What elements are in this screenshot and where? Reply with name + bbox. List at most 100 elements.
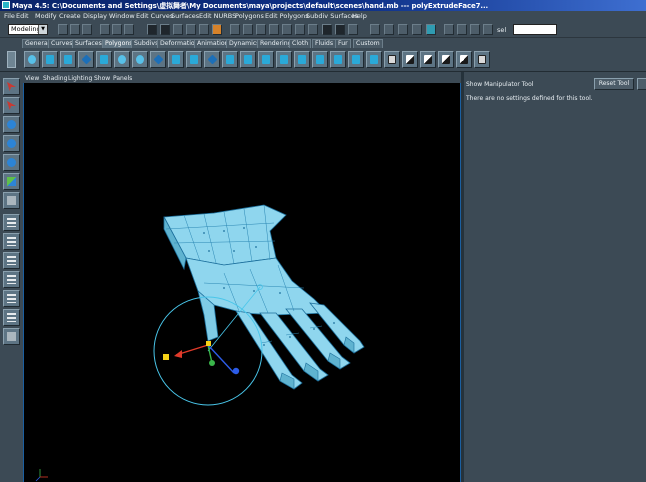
layout-single-icon[interactable]	[444, 24, 454, 35]
bevel-icon[interactable]	[294, 51, 310, 68]
snap-grid-icon[interactable]	[230, 24, 240, 35]
panel-menu-panels[interactable]: Panels	[113, 75, 132, 82]
select-tool-icon[interactable]	[3, 78, 20, 95]
mask-handles-icon[interactable]	[147, 24, 157, 35]
tab-surfaces[interactable]: Surfaces	[72, 39, 105, 48]
snap-view-plane-icon[interactable]	[269, 24, 279, 35]
new-scene-icon[interactable]	[58, 24, 68, 35]
tab-cloth[interactable]: Cloth	[289, 39, 312, 48]
poly-sphere-icon[interactable]	[24, 51, 40, 68]
manipulator-z-axis[interactable]	[207, 344, 235, 374]
extrude-face-icon[interactable]	[222, 51, 238, 68]
menu-file[interactable]: File	[4, 12, 15, 20]
mask-surfaces-icon[interactable]	[186, 24, 196, 35]
poly-cylinder-icon[interactable]	[60, 51, 76, 68]
poly-cube-icon[interactable]	[42, 51, 58, 68]
collapse-icon[interactable]	[366, 51, 382, 68]
planar-mapping-icon[interactable]	[384, 51, 400, 68]
snap-point-icon[interactable]	[256, 24, 266, 35]
layout-two-stacked-icon[interactable]	[3, 271, 20, 288]
poly-torus-icon[interactable]	[114, 51, 130, 68]
input-line-icon[interactable]	[384, 24, 394, 35]
tool-help-button[interactable]	[637, 78, 646, 90]
manipulator-x-arrow[interactable]	[174, 350, 182, 358]
spherical-map-icon[interactable]	[438, 51, 454, 68]
tab-fluids[interactable]: Fluids	[312, 39, 337, 48]
extract-icon[interactable]	[168, 51, 184, 68]
layout-persp-graph-icon[interactable]	[3, 290, 20, 307]
chevron-down-icon[interactable]: ▼	[38, 25, 47, 34]
combine-icon[interactable]	[150, 51, 166, 68]
boolean-icon[interactable]	[204, 51, 220, 68]
menu-window[interactable]: Window	[109, 12, 135, 20]
extrude-edge-icon[interactable]	[240, 51, 256, 68]
perspective-viewport[interactable]	[23, 83, 461, 482]
show-channel-box-icon[interactable]	[412, 24, 422, 35]
checker-map-icon[interactable]	[402, 51, 418, 68]
tab-fur[interactable]: Fur	[335, 39, 351, 48]
lasso-tool-icon[interactable]	[3, 97, 20, 114]
open-scene-icon[interactable]	[70, 24, 80, 35]
input-mode-icon[interactable]	[370, 24, 380, 35]
select-hierarchy-icon[interactable]	[100, 24, 110, 35]
menu-create[interactable]: Create	[59, 12, 81, 20]
render-frame-icon[interactable]	[322, 24, 332, 35]
manipulator-pivot[interactable]	[206, 341, 211, 346]
rotate-tool-icon[interactable]	[3, 135, 20, 152]
maya-app-icon[interactable]	[2, 1, 10, 9]
scale-tool-icon[interactable]	[3, 154, 20, 171]
selection-field[interactable]	[513, 24, 557, 35]
mask-deformers-icon[interactable]	[199, 24, 209, 35]
menu-edit-nurbs[interactable]: Edit NURBS	[199, 12, 236, 20]
layout-four-view-icon[interactable]	[3, 233, 20, 250]
poly-cone-icon[interactable]	[78, 51, 94, 68]
manipulator-center-handle[interactable]	[163, 354, 169, 360]
menu-modify[interactable]: Modify	[35, 12, 57, 20]
wedge-face-icon[interactable]	[276, 51, 292, 68]
mode-select[interactable]: Modeling ▼	[8, 24, 48, 35]
layout-four-icon[interactable]	[457, 24, 467, 35]
select-component-icon[interactable]	[124, 24, 134, 35]
show-attribute-editor-icon[interactable]	[398, 24, 408, 35]
merge-vertices-icon[interactable]	[312, 51, 328, 68]
reset-tool-button[interactable]: Reset Tool	[594, 78, 634, 90]
panel-menu-show[interactable]: Show	[94, 75, 110, 82]
panel-menu-lighting[interactable]: Lighting	[68, 75, 92, 82]
tab-custom[interactable]: Custom	[353, 39, 383, 48]
menu-edit-polygons[interactable]: Edit Polygons	[265, 12, 309, 20]
panel-menu-shading[interactable]: Shading	[43, 75, 67, 82]
make-live-icon[interactable]	[282, 24, 292, 35]
mask-curves-icon[interactable]	[173, 24, 183, 35]
layout-persp-graph-icon[interactable]	[483, 24, 493, 35]
construction-history-icon[interactable]	[308, 24, 318, 35]
layout-persp-outliner-icon[interactable]	[470, 24, 480, 35]
layout-hypershade-icon[interactable]	[3, 309, 20, 326]
move-tool-icon[interactable]	[3, 116, 20, 133]
menu-edit[interactable]: Edit	[16, 12, 29, 20]
history-icon[interactable]	[295, 24, 305, 35]
split-edge-icon[interactable]	[330, 51, 346, 68]
mask-joints-icon[interactable]	[160, 24, 170, 35]
menu-display[interactable]: Display	[83, 12, 107, 20]
layout-two-side-icon[interactable]	[3, 252, 20, 269]
shelf-menu-icon[interactable]	[7, 51, 16, 68]
smooth-icon[interactable]	[186, 51, 202, 68]
manipulator-z-handle[interactable]	[232, 367, 240, 375]
automatic-map-icon[interactable]	[456, 51, 472, 68]
poly-plane-icon[interactable]	[96, 51, 112, 68]
last-tool-icon[interactable]	[3, 192, 20, 209]
mask-dynamics-icon[interactable]	[212, 24, 222, 35]
snap-curve-icon[interactable]	[243, 24, 253, 35]
layout-single-perspective-icon[interactable]	[3, 214, 20, 231]
panel-menu-view[interactable]: View	[25, 75, 39, 82]
show-tool-settings-icon[interactable]	[426, 24, 436, 35]
subdivide-icon[interactable]	[348, 51, 364, 68]
select-object-icon[interactable]	[112, 24, 122, 35]
menu-polygons[interactable]: Polygons	[235, 12, 264, 20]
menu-edit-curves[interactable]: Edit Curves	[136, 12, 173, 20]
manipulator-y-handle[interactable]	[209, 360, 215, 366]
menu-help[interactable]: Help	[352, 12, 367, 20]
layout-outliner-icon[interactable]	[3, 328, 20, 345]
render-globals-icon[interactable]	[348, 24, 358, 35]
ipr-render-icon[interactable]	[335, 24, 345, 35]
